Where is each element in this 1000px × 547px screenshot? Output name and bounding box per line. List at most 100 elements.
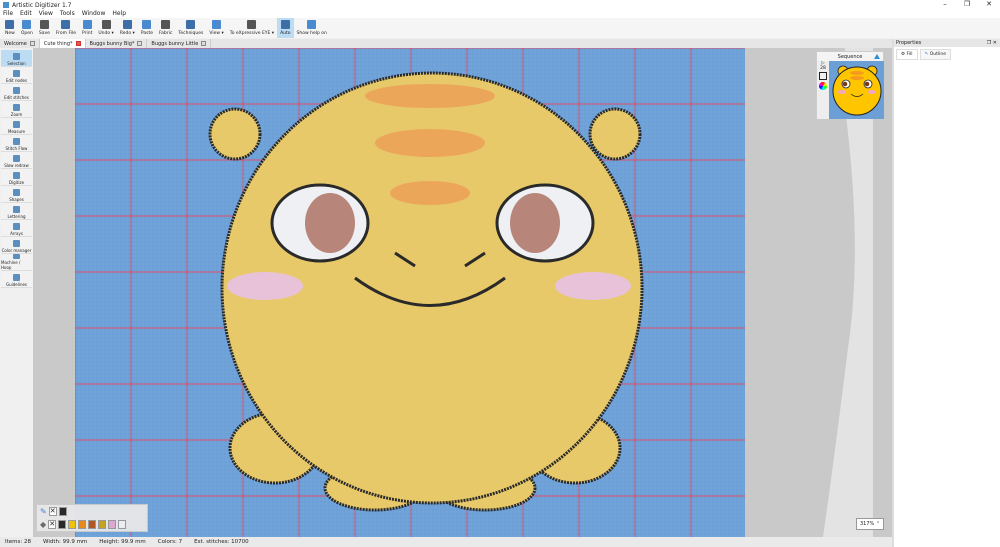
- menu-view[interactable]: View: [39, 10, 53, 18]
- toolbar-button-save[interactable]: Save: [36, 18, 53, 38]
- import-file-icon: [61, 20, 71, 29]
- pipette-icon[interactable]: ✎: [40, 507, 47, 516]
- tool-arrays[interactable]: Arrays: [1, 220, 32, 237]
- tool-shapes[interactable]: Shapes: [1, 186, 32, 203]
- close-tab-icon[interactable]: [29, 41, 35, 46]
- tab-3[interactable]: Buggs bunny Little: [147, 39, 212, 48]
- guidelines-icon: [13, 274, 20, 281]
- tool-zoom[interactable]: Zoom: [1, 101, 32, 118]
- tool-edit-stitches[interactable]: Edit stitches: [1, 84, 32, 101]
- toolbar-button-techniques[interactable]: Techniques: [175, 18, 206, 38]
- tool-machine-hoop[interactable]: Machine / Hoop: [1, 254, 32, 271]
- thread-swatch[interactable]: [78, 520, 87, 529]
- object-outline-icon[interactable]: [819, 72, 827, 80]
- thread-swatch[interactable]: [88, 520, 97, 529]
- tool-color-manager[interactable]: Color manager: [1, 237, 32, 254]
- tool-label: Color manager: [1, 248, 32, 253]
- pupil: [305, 193, 355, 253]
- toolbar-button-fabric[interactable]: Fabric: [156, 18, 175, 38]
- toolbar-button-view[interactable]: View ▾: [206, 18, 226, 38]
- tool-label: Stitch Flow: [5, 146, 28, 151]
- menu-file[interactable]: File: [3, 10, 13, 18]
- fill-icon: ⚙: [901, 52, 906, 57]
- thread-swatch[interactable]: [68, 520, 77, 529]
- thread-swatch[interactable]: [58, 520, 67, 529]
- close-tab-icon[interactable]: [75, 41, 81, 46]
- no-color-swatch[interactable]: ✕: [48, 520, 57, 529]
- menu-tools[interactable]: Tools: [60, 10, 75, 18]
- tab-1[interactable]: Cute thing*: [39, 39, 86, 48]
- close-tab-icon[interactable]: [137, 41, 143, 46]
- edit-nodes-icon: [13, 70, 20, 77]
- tool-label: Zoom: [10, 112, 23, 117]
- toolbar-button-undo[interactable]: Undo ▾: [95, 18, 116, 38]
- save-icon: [39, 20, 49, 29]
- float-panel-button[interactable]: ❐: [987, 40, 991, 46]
- toolbar-label: Open: [20, 31, 33, 36]
- toolbar-button-show[interactable]: Show help on: [294, 18, 330, 38]
- canvas-area[interactable]: Sequence ▷ 28 317% ⌃: [33, 47, 892, 537]
- thread-swatch[interactable]: [58, 507, 67, 516]
- status-width: Width: 99.9 mm: [43, 539, 88, 545]
- shapes-icon: [13, 189, 20, 196]
- tool-edit-nodes[interactable]: Edit nodes: [1, 67, 32, 84]
- sequence-count: 28: [820, 66, 826, 71]
- tool-lettering[interactable]: Lettering: [1, 203, 32, 220]
- toolbar-button-new[interactable]: New: [2, 18, 18, 38]
- properties-title: Properties: [896, 40, 922, 46]
- document-tabs: Welcome Cute thing* Buggs bunny Big* Buggs …: [0, 39, 892, 48]
- tool-selection[interactable]: Selection: [1, 50, 32, 67]
- thread-swatch[interactable]: [98, 520, 107, 529]
- thread-swatch[interactable]: [118, 520, 127, 529]
- menu-edit[interactable]: Edit: [20, 10, 32, 18]
- tab-outline[interactable]: ✎ Outline: [919, 49, 951, 60]
- close-panel-button[interactable]: ✕: [993, 40, 997, 46]
- color-wheel-icon[interactable]: [819, 82, 827, 90]
- tab-0[interactable]: Welcome: [0, 39, 40, 48]
- tool-digitize[interactable]: Digitize: [1, 169, 32, 186]
- toolbar-label: Techniques: [178, 31, 204, 36]
- color-manager-icon: [13, 240, 20, 247]
- tool-stitch-flow[interactable]: Stitch Flow: [1, 135, 32, 152]
- right-ear: [588, 107, 642, 161]
- tool-slow-redraw[interactable]: Slow redraw: [1, 152, 32, 169]
- embroidery-design: [74, 47, 745, 537]
- tool-measure[interactable]: Measure: [1, 118, 32, 135]
- tool-label: Digitize: [8, 180, 25, 185]
- techniques-icon: [186, 20, 196, 29]
- toolbar-label: Paste: [140, 31, 153, 36]
- toolbar-button-print[interactable]: Print: [79, 18, 95, 38]
- close-tab-icon[interactable]: [201, 41, 207, 46]
- tab-label: Buggs bunny Little: [151, 40, 199, 47]
- collapse-icon[interactable]: [874, 54, 880, 59]
- tool-label: Selection: [7, 61, 26, 66]
- toolbar-button-paste[interactable]: Paste: [138, 18, 156, 38]
- thread-swatch[interactable]: [108, 520, 117, 529]
- toolbar-button-auto[interactable]: Auto: [277, 18, 294, 38]
- zoom-level[interactable]: 317% ⌃: [856, 518, 884, 530]
- tool-palette: Selection Edit nodes Edit stitches Zoom Meas…: [0, 50, 33, 305]
- minimize-button[interactable]: –: [934, 0, 956, 8]
- measure-icon: [13, 121, 20, 128]
- fill-bucket-icon[interactable]: ◆: [40, 520, 46, 529]
- left-cheek: [227, 272, 303, 300]
- tool-guidelines[interactable]: Guidelines: [1, 271, 32, 288]
- tool-label: Edit nodes: [5, 78, 28, 83]
- tab-fill[interactable]: ⚙ Fill: [896, 49, 918, 60]
- toolbar-button-open[interactable]: Open: [18, 18, 36, 38]
- embroidery-hoop[interactable]: [74, 47, 745, 537]
- design-thumbnail[interactable]: [829, 61, 884, 119]
- close-button[interactable]: ✕: [978, 0, 1000, 8]
- toolbar-button-from[interactable]: From File: [53, 18, 79, 38]
- maximize-button[interactable]: ❐: [956, 0, 978, 8]
- no-color-swatch[interactable]: ✕: [48, 507, 57, 516]
- toolbar-button-to[interactable]: To eXpressive EYE ▾: [227, 18, 277, 38]
- tool-label: Edit stitches: [4, 95, 29, 100]
- toolbar-button-redo[interactable]: Redo ▾: [117, 18, 138, 38]
- left-ear: [208, 107, 262, 161]
- view-icon: [212, 20, 222, 29]
- stripe: [390, 181, 470, 205]
- menu-window[interactable]: Window: [82, 10, 106, 18]
- menu-help[interactable]: Help: [112, 10, 126, 18]
- tab-2[interactable]: Buggs bunny Big*: [86, 39, 148, 48]
